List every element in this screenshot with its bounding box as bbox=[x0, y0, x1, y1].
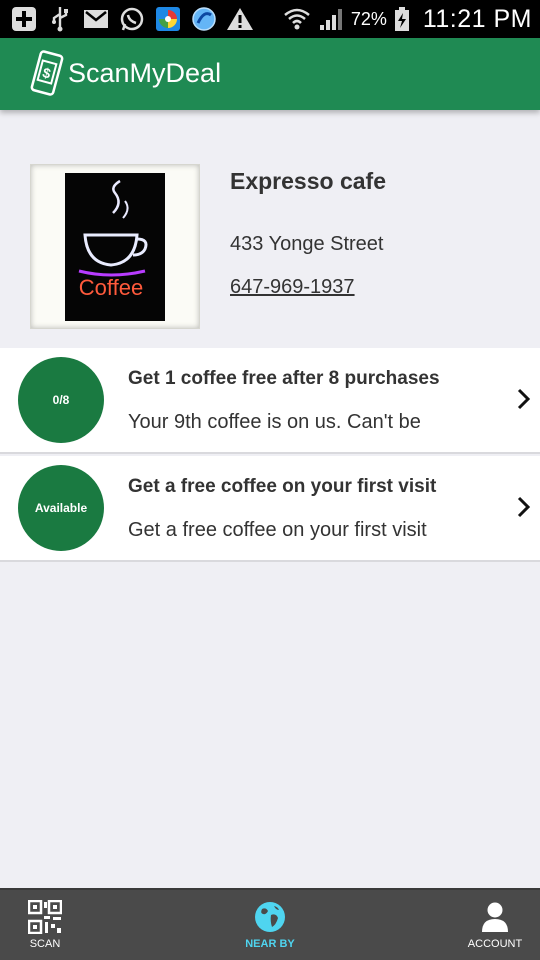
warning-icon bbox=[226, 6, 254, 32]
nav-label-scan: SCAN bbox=[29, 938, 61, 950]
deal-title: Get a free coffee on your first visit bbox=[128, 476, 437, 497]
wifi-icon bbox=[283, 6, 311, 32]
deal-progress-badge: 0/8 bbox=[18, 357, 104, 443]
store-phone-link[interactable]: 647-969-1937 bbox=[230, 276, 355, 299]
app-logo-icon: $ bbox=[30, 50, 64, 98]
status-bar: 72% 11:21 PM bbox=[0, 0, 540, 38]
qr-code-icon bbox=[28, 900, 62, 934]
clock: 11:21 PM bbox=[422, 4, 532, 33]
app-title: ScanMyDeal bbox=[68, 58, 222, 88]
nav-label-nearby: NEAR BY bbox=[245, 938, 295, 950]
nav-tab-account[interactable]: ACCOUNT bbox=[466, 890, 524, 960]
nav-tab-nearby[interactable]: NEAR BY bbox=[236, 890, 304, 960]
app-bar: $ ScanMyDeal bbox=[0, 38, 540, 110]
usb-icon bbox=[46, 6, 74, 32]
chevron-right-icon bbox=[516, 388, 532, 410]
system-status: 72% 11:21 PM bbox=[283, 0, 532, 38]
deal-status-badge: Available bbox=[18, 465, 104, 551]
browser-icon bbox=[190, 6, 218, 32]
deal-item[interactable]: 0/8 Get 1 coffee free after 8 purchases … bbox=[0, 348, 540, 454]
deal-item[interactable]: Available Get a free coffee on your firs… bbox=[0, 456, 540, 562]
deal-description: Your 9th coffee is on us. Can't be bbox=[128, 411, 421, 433]
store-photo: Coffee bbox=[30, 164, 200, 329]
add-icon bbox=[10, 6, 38, 32]
signal-icon bbox=[317, 6, 345, 32]
deal-description: Get a free coffee on your first visit bbox=[128, 519, 427, 541]
globe-icon bbox=[253, 900, 287, 934]
whatsapp-icon bbox=[118, 6, 146, 32]
coffee-sign-text: Coffee bbox=[79, 275, 143, 300]
deal-title: Get 1 coffee free after 8 purchases bbox=[128, 368, 440, 389]
bottom-navigation: SCAN NEAR BY ACCOUNT bbox=[0, 888, 540, 960]
photos-icon bbox=[154, 6, 182, 32]
user-icon bbox=[478, 900, 512, 934]
store-name: Expresso cafe bbox=[230, 168, 386, 194]
notification-icons bbox=[10, 5, 254, 33]
coffee-neon-image: Coffee bbox=[65, 173, 165, 321]
svg-text:$: $ bbox=[41, 64, 53, 82]
gmail-icon bbox=[82, 6, 110, 32]
battery-charging-icon bbox=[393, 6, 411, 32]
battery-percent: 72% bbox=[350, 8, 387, 29]
nav-label-account: ACCOUNT bbox=[467, 938, 523, 950]
store-address: 433 Yonge Street bbox=[230, 233, 384, 255]
chevron-right-icon bbox=[516, 496, 532, 518]
nav-tab-scan[interactable]: SCAN bbox=[16, 890, 74, 960]
